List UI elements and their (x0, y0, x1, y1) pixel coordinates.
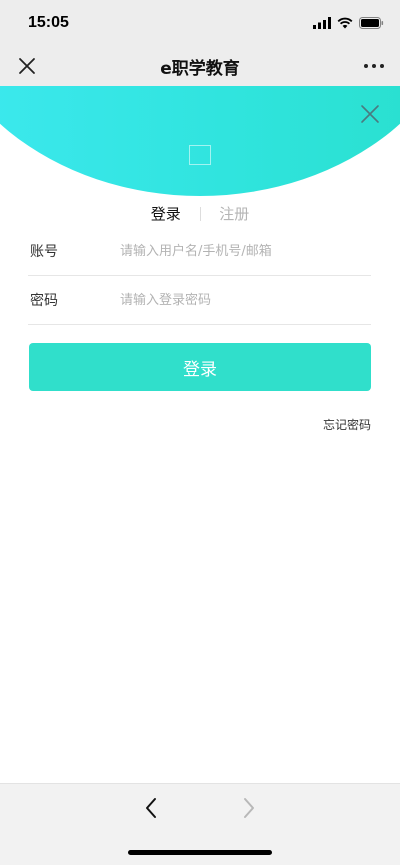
more-icon[interactable] (362, 55, 386, 77)
browser-toolbar (0, 783, 400, 865)
signal-icon (313, 17, 331, 29)
home-indicator (128, 850, 272, 855)
password-input[interactable] (118, 288, 372, 312)
tab-register[interactable]: 注册 (219, 203, 249, 224)
status-bar: 15:05 (0, 0, 400, 46)
auth-tabs: 登录 注册 (0, 203, 400, 224)
password-row: 密码 (28, 275, 372, 325)
logo-placeholder (189, 145, 211, 165)
tab-login[interactable]: 登录 (151, 203, 181, 224)
page-title: e职学教育 (160, 59, 240, 79)
back-icon[interactable] (140, 796, 162, 820)
close-icon[interactable] (360, 104, 380, 124)
account-input[interactable] (118, 239, 372, 263)
wifi-icon (337, 17, 353, 29)
tab-divider (199, 207, 201, 221)
status-icons (313, 15, 384, 31)
account-label: 账号 (30, 244, 58, 260)
nav-bar: e职学教育 (0, 46, 400, 86)
hero-background (0, 86, 400, 196)
forgot-password-link[interactable]: 忘记密码 (323, 416, 371, 433)
login-button[interactable]: 登录 (29, 343, 371, 391)
account-row: 账号 (28, 226, 372, 276)
status-time: 15:05 (28, 14, 69, 31)
battery-icon (359, 17, 384, 29)
forward-icon[interactable] (238, 796, 260, 820)
password-label: 密码 (30, 293, 58, 309)
